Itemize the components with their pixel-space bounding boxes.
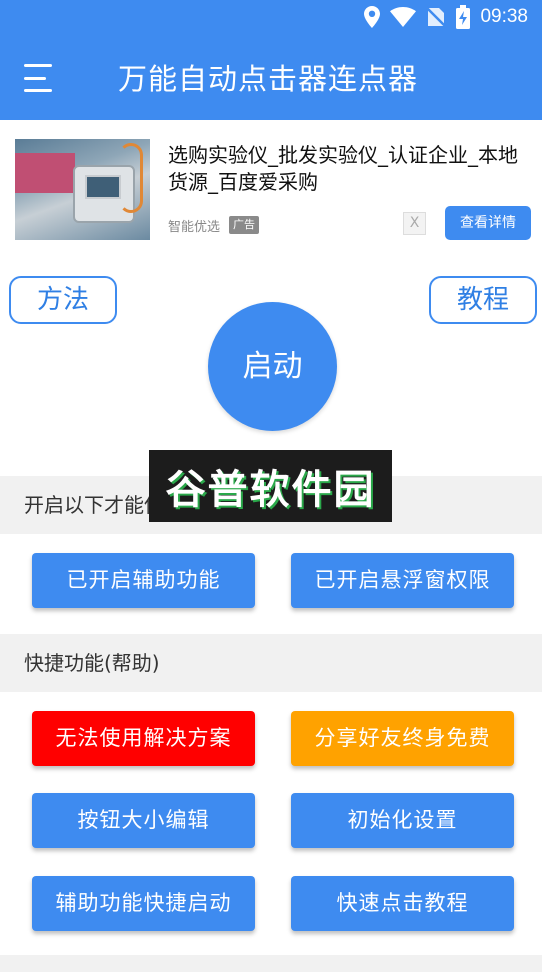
ad-banner[interactable]: 选购实验仪_批发实验仪_认证企业_本地货源_百度爱采购 智能优选 广告 X 查看…	[0, 120, 542, 250]
status-bar: 09:38	[364, 4, 528, 30]
watermark-logo: 谷普软件园	[149, 450, 392, 522]
ad-title[interactable]: 选购实验仪_批发实验仪_认证企业_本地货源_百度爱采购	[168, 142, 528, 196]
tutorial-button[interactable]: 教程	[429, 276, 537, 324]
accessibility-shortcut-button[interactable]: 辅助功能快捷启动	[32, 876, 255, 931]
shortcuts-section-header: 快捷功能(帮助)	[0, 634, 542, 692]
ad-tag: 广告	[229, 216, 259, 234]
quick-click-tutorial-button[interactable]: 快速点击教程	[291, 876, 514, 931]
method-button[interactable]: 方法	[9, 276, 117, 324]
watermark-text: 谷普软件园	[165, 467, 376, 513]
initialize-settings-button[interactable]: 初始化设置	[291, 793, 514, 848]
app-title: 万能自动点击器连点器	[118, 62, 419, 96]
wifi-icon	[390, 7, 417, 27]
clock-time: 09:38	[480, 6, 528, 27]
accessibility-enabled-button[interactable]: 已开启辅助功能	[32, 553, 255, 608]
ad-detail-button[interactable]: 查看详情	[445, 206, 531, 240]
share-button[interactable]: 分享好友终身免费	[291, 711, 514, 766]
start-button[interactable]: 启动	[208, 302, 337, 431]
ad-image[interactable]	[15, 139, 150, 240]
no-sim-icon	[426, 6, 447, 28]
shortcuts-section-label: 快捷功能(帮助)	[24, 651, 160, 675]
ad-source: 智能优选	[168, 220, 221, 235]
next-section-header	[0, 955, 542, 972]
app-header: 09:38 万能自动点击器连点器	[0, 0, 542, 120]
ad-tag-label: 广告	[233, 218, 255, 231]
hamburger-menu-icon[interactable]	[24, 64, 54, 92]
location-icon	[364, 6, 381, 28]
troubleshoot-button[interactable]: 无法使用解决方案	[32, 711, 255, 766]
battery-charging-icon	[456, 5, 471, 29]
button-size-edit-button[interactable]: 按钮大小编辑	[32, 793, 255, 848]
ad-close-button[interactable]: X	[403, 212, 426, 235]
overlay-permission-button[interactable]: 已开启悬浮窗权限	[291, 553, 514, 608]
